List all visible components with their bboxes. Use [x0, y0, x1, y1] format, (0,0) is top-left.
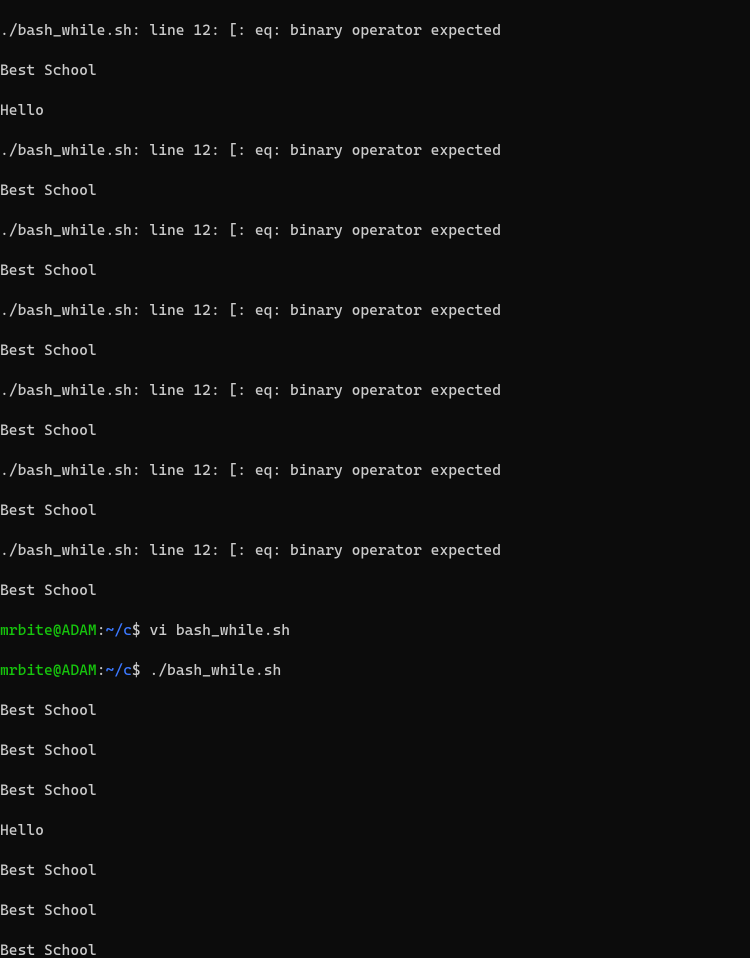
output-line: Best School: [0, 900, 750, 920]
prompt-host: ADAM: [62, 621, 97, 639]
prompt-user: mrbite: [0, 661, 53, 679]
output-line: Best School: [0, 580, 750, 600]
error-line: ./bash_while.sh: line 12: [: eq: binary …: [0, 540, 750, 560]
error-line: ./bash_while.sh: line 12: [: eq: binary …: [0, 380, 750, 400]
output-line: Best School: [0, 420, 750, 440]
output-line: Best School: [0, 780, 750, 800]
prompt-path: ~/c: [105, 621, 131, 639]
prompt-at: @: [53, 621, 62, 639]
output-line: Best School: [0, 740, 750, 760]
output-line: Best School: [0, 340, 750, 360]
error-line: ./bash_while.sh: line 12: [: eq: binary …: [0, 300, 750, 320]
error-line-partial: ./bash_while.sh: line 12: [: eq: binary …: [0, 20, 750, 40]
prompt-path: ~/c: [105, 661, 131, 679]
prompt-line[interactable]: mrbite@ADAM:~/c$ ./bash_while.sh: [0, 660, 750, 680]
error-line: ./bash_while.sh: line 12: [: eq: binary …: [0, 140, 750, 160]
error-line: ./bash_while.sh: line 12: [: eq: binary …: [0, 460, 750, 480]
prompt-at: @: [53, 661, 62, 679]
command-text: ./bash_while.sh: [141, 661, 282, 679]
output-line: Best School: [0, 260, 750, 280]
output-line: Best School: [0, 500, 750, 520]
prompt-host: ADAM: [62, 661, 97, 679]
prompt-dollar: $: [132, 661, 141, 679]
command-text: vi bash_while.sh: [141, 621, 290, 639]
output-line: Hello: [0, 820, 750, 840]
output-line: Best School: [0, 60, 750, 80]
output-line: Best School: [0, 860, 750, 880]
output-line: Best School: [0, 700, 750, 720]
output-line: Best School: [0, 180, 750, 200]
terminal-output[interactable]: ./bash_while.sh: line 12: [: eq: binary …: [0, 0, 750, 958]
error-line: ./bash_while.sh: line 12: [: eq: binary …: [0, 220, 750, 240]
prompt-dollar: $: [132, 621, 141, 639]
prompt-user: mrbite: [0, 621, 53, 639]
output-line: Best School: [0, 940, 750, 958]
output-line: Hello: [0, 100, 750, 120]
prompt-line[interactable]: mrbite@ADAM:~/c$ vi bash_while.sh: [0, 620, 750, 640]
